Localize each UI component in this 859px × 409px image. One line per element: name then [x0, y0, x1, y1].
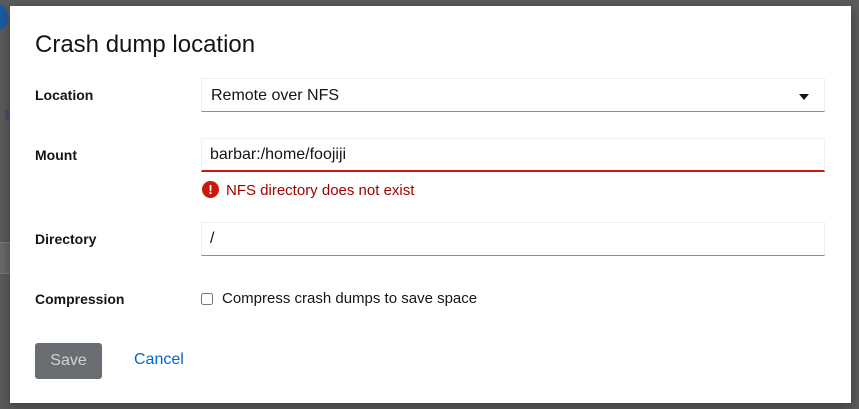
compression-label: Compression: [35, 291, 125, 307]
background-fragment: [5, 110, 9, 120]
directory-input[interactable]: [201, 222, 825, 256]
compress-checkbox-label[interactable]: Compress crash dumps to save space: [222, 290, 477, 307]
mount-label: Mount: [35, 147, 77, 163]
cancel-button[interactable]: Cancel: [134, 351, 184, 369]
location-selected-value: Remote over NFS: [211, 87, 340, 104]
save-button[interactable]: Save: [35, 343, 102, 379]
crash-dump-location-dialog: Crash dump location Location Remote over…: [10, 6, 851, 403]
compress-checkbox[interactable]: [201, 293, 213, 305]
directory-label: Directory: [35, 231, 97, 247]
location-select[interactable]: Remote over NFS: [201, 78, 825, 112]
background-logo-fragment: [0, 4, 8, 30]
mount-error-text: NFS directory does not exist: [226, 182, 415, 199]
dialog-title: Crash dump location: [35, 31, 256, 58]
caret-down-icon: [799, 94, 809, 100]
exclamation-circle-icon: !: [202, 181, 219, 198]
location-label: Location: [35, 87, 94, 103]
mount-input[interactable]: [201, 138, 825, 172]
